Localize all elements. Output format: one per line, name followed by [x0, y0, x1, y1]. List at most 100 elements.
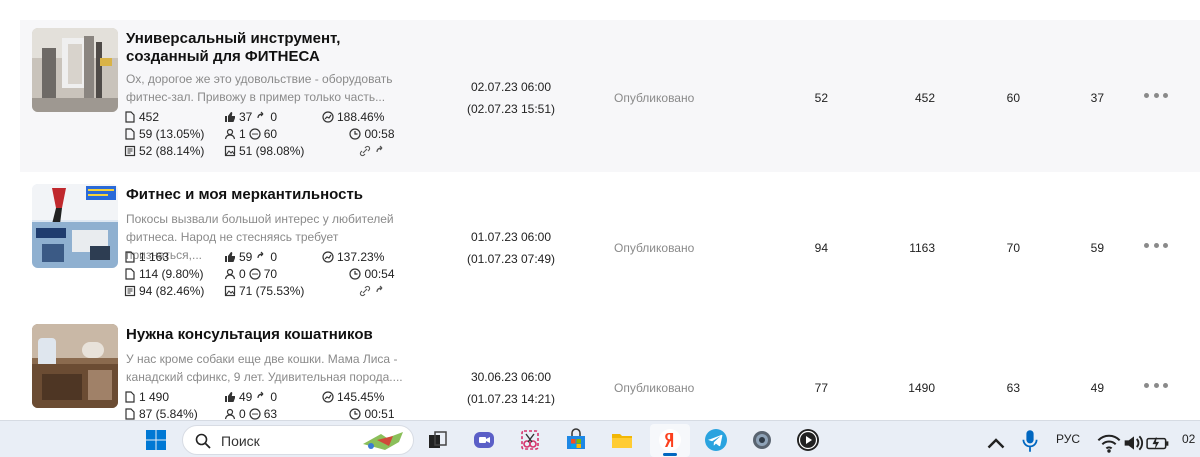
repost-icon [255, 111, 267, 123]
thumbs-up-icon [224, 251, 236, 263]
metric-col-1: 77 [814, 381, 828, 395]
wifi-icon[interactable] [1097, 431, 1121, 453]
windows-start-icon[interactable] [144, 428, 168, 452]
post-dates: 30.06.23 06:00 (01.07.23 14:21) [456, 366, 566, 410]
stat-reach: 114 (9.80%) [139, 266, 204, 281]
post-excerpt: Ох, дорогое же это удовольствие - оборуд… [126, 72, 393, 104]
publish-date: 30.06.23 06:00 [470, 370, 552, 384]
microphone-icon[interactable] [1018, 429, 1038, 452]
image-icon [224, 285, 236, 297]
media-player-icon[interactable] [796, 428, 820, 452]
clock-icon [349, 267, 362, 280]
stat-reads: 94 (82.46%) [139, 283, 205, 298]
thumbs-up-icon [224, 391, 236, 403]
share-icon[interactable] [374, 145, 386, 157]
post-row[interactable]: Нужна консультация кошатников У нас кром… [20, 316, 1200, 420]
post-thumbnail[interactable] [32, 28, 118, 112]
image-icon [224, 145, 236, 157]
status-text: Опубликовано [614, 91, 695, 105]
task-view-icon[interactable] [426, 428, 450, 452]
posts-list: Универсальный инструмент, созданный для … [0, 0, 1200, 420]
stat-likes: 49 [239, 389, 253, 404]
stat-views: 1 490 [139, 389, 170, 404]
page-icon [124, 127, 136, 140]
stat-reach: 59 (13.05%) [139, 126, 205, 141]
post-thumbnail[interactable] [32, 324, 118, 408]
search-label: Поиск [221, 433, 260, 449]
stat-full-reads: 51 (98.08%) [239, 143, 305, 158]
page-icon [124, 407, 136, 420]
clock-icon [349, 127, 362, 140]
post-stats: 1 490 49 0 145.45% 87 (5.84%) 0 63 00:51 [124, 388, 424, 420]
metric-col-1: 52 [814, 91, 828, 105]
stat-comments: 70 [263, 266, 278, 281]
post-title[interactable]: Универсальный инструмент, созданный для … [126, 30, 416, 66]
stat-er: 145.45% [337, 389, 385, 404]
stat-views: 452 [139, 109, 160, 124]
page-icon [124, 267, 136, 280]
post-stats: 1 163 59 0 137.23% 114 (9.80%) 0 70 00:54 … [124, 248, 424, 299]
telegram-icon[interactable] [704, 428, 728, 452]
link-icon[interactable] [359, 145, 371, 157]
search-highlight-icon [359, 428, 409, 454]
engagement-icon [322, 390, 334, 403]
metric-col-4: 37 [1090, 91, 1104, 105]
post-thumbnail[interactable] [32, 184, 118, 268]
post-row[interactable]: Фитнес и моя меркантильность Покосы вызв… [20, 176, 1200, 328]
article-icon [124, 145, 136, 157]
taskbar-search[interactable]: Поиск [182, 425, 414, 455]
stat-comments: 63 [263, 406, 278, 421]
metric-col-4: 49 [1090, 381, 1104, 395]
settings-gear-icon[interactable] [750, 428, 774, 452]
more-options-icon[interactable] [1144, 380, 1168, 390]
engagement-icon [322, 110, 334, 123]
document-icon [124, 110, 136, 123]
stat-er: 137.23% [337, 249, 385, 264]
publish-date: 02.07.23 06:00 [470, 80, 552, 94]
post-dates: 02.07.23 06:00 (02.07.23 15:51) [456, 76, 566, 120]
yandex-browser-icon[interactable] [658, 428, 682, 452]
language-indicator[interactable]: РУС [1056, 432, 1080, 446]
stat-comments: 60 [263, 126, 278, 141]
stat-likes: 37 [239, 109, 253, 124]
metric-col-2: 1490 [908, 381, 935, 395]
stat-subscribers: 1 [239, 126, 246, 141]
metric-col-4: 59 [1090, 241, 1104, 255]
comment-icon [249, 267, 261, 280]
stat-subscribers: 0 [239, 266, 246, 281]
chevron-up-icon[interactable] [984, 431, 1005, 449]
stat-reads: 52 (88.14%) [139, 143, 205, 158]
stat-reach: 87 (5.84%) [139, 406, 198, 421]
edit-date: (02.07.23 15:51) [466, 102, 556, 116]
user-icon [224, 408, 236, 420]
metric-col-2: 1163 [909, 241, 935, 255]
more-options-icon[interactable] [1144, 90, 1168, 100]
clock-icon [349, 407, 362, 420]
stat-time: 00:54 [364, 266, 395, 281]
comment-icon [249, 407, 261, 420]
battery-icon[interactable] [1146, 431, 1169, 450]
file-explorer-icon[interactable] [610, 428, 634, 452]
more-options-icon[interactable] [1144, 240, 1168, 250]
video-chat-icon[interactable] [472, 428, 496, 452]
store-icon[interactable] [564, 428, 588, 452]
snipping-tool-icon[interactable] [518, 428, 542, 452]
post-dates: 01.07.23 06:00 (01.07.23 07:49) [456, 226, 566, 270]
metric-col-2: 452 [914, 91, 935, 105]
stat-reposts: 0 [270, 389, 278, 404]
post-title[interactable]: Фитнес и моя меркантильность [126, 186, 416, 204]
search-icon [195, 433, 211, 449]
user-icon [224, 268, 236, 280]
stat-views: 1 163 [139, 249, 170, 264]
link-icon[interactable] [359, 285, 371, 297]
repost-icon [255, 391, 267, 403]
clock-text[interactable]: 02 [1182, 432, 1195, 446]
taskbar: Поиск РУС 02 [0, 420, 1200, 457]
document-icon [124, 250, 136, 263]
volume-icon[interactable] [1122, 431, 1144, 451]
post-row[interactable]: Универсальный инструмент, созданный для … [20, 20, 1200, 172]
share-icon[interactable] [374, 285, 386, 297]
post-title[interactable]: Нужна консультация кошатников [126, 326, 416, 344]
stat-full-reads: 71 (75.53%) [239, 283, 305, 298]
metric-col-3: 60 [1006, 91, 1020, 105]
